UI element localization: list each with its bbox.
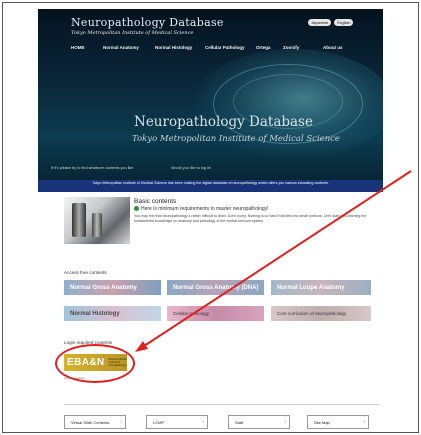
page-frame: Neuropathology Database Tokyo Metropolit… [2, 2, 419, 433]
annotation-arrow-line [140, 170, 412, 349]
annotation-arrow-head [135, 341, 148, 352]
annotation-arrow [135, 170, 412, 352]
